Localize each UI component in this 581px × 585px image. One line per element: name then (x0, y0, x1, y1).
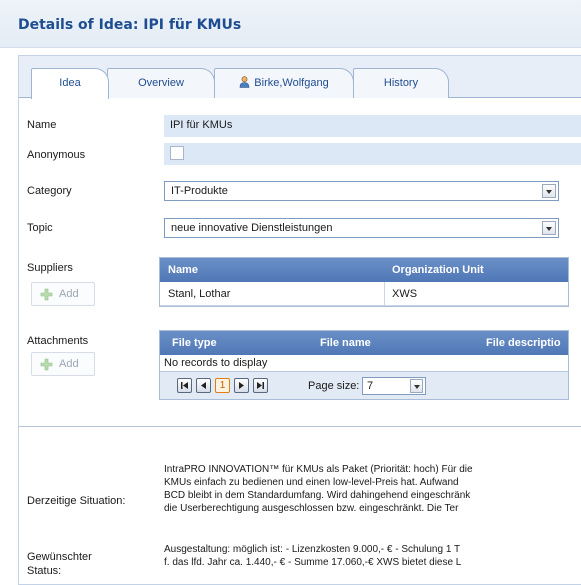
situation-text: IntraPRO INNOVATION™ für KMUs als Paket … (164, 463, 581, 515)
person-icon (239, 71, 250, 88)
tab-idea[interactable]: Idea (31, 68, 109, 99)
topic-select[interactable]: neue innovative Dienstleistungen (164, 218, 559, 238)
idea-details-panel: Idea Overview Birke,Wolfgang History Nam… (18, 55, 581, 585)
category-label: Category (27, 185, 72, 197)
situation-label: Derzeitige Situation: (27, 495, 126, 507)
page-number-button[interactable]: 1 (215, 378, 230, 393)
dropdown-arrow-icon[interactable] (542, 221, 556, 235)
column-header-file-description[interactable]: File descriptio (486, 337, 561, 349)
grid-header: Name Organization Unit (160, 258, 568, 282)
tab-history[interactable]: History (353, 68, 449, 98)
plus-icon (40, 287, 53, 301)
tab-overview[interactable]: Overview (107, 68, 215, 98)
text-line: KMUs einfach zu bedienen und einen low-l… (164, 477, 459, 488)
tab-label: Idea (59, 77, 81, 89)
page-header: Details of Idea: IPI für KMUs (0, 0, 581, 48)
suppliers-label: Suppliers (27, 262, 73, 274)
text-line: Ausgestaltung: möglich ist: - Lizenzkost… (164, 544, 461, 555)
first-page-icon[interactable] (177, 378, 192, 393)
name-field: IPI für KMUs (164, 115, 581, 137)
add-label: Add (59, 358, 79, 370)
grid-header: File type File name File descriptio (160, 331, 568, 355)
name-label: Name (27, 119, 57, 131)
name-value: IPI für KMUs (170, 119, 233, 131)
empty-message: No records to display (164, 357, 268, 369)
tab-person[interactable]: Birke,Wolfgang (214, 68, 354, 98)
desired-status-label: Gewünschter Status: (27, 550, 92, 578)
label-line: Gewünschter (27, 551, 92, 563)
anonymous-label: Anonymous (27, 149, 86, 161)
column-header-file-name[interactable]: File name (320, 337, 371, 349)
label-line: Status: (27, 565, 62, 577)
text-line: IntraPRO INNOVATION™ für KMUs als Paket … (164, 464, 473, 475)
tab-label: Overview (138, 77, 184, 89)
topic-label: Topic (27, 222, 53, 234)
column-header-name[interactable]: Name (168, 264, 198, 276)
desired-status-text: Ausgestaltung: möglich ist: - Lizenzkost… (164, 543, 581, 569)
dropdown-arrow-icon[interactable] (542, 184, 556, 198)
add-label: Add (59, 288, 79, 300)
topic-value: neue innovative Dienstleistungen (171, 222, 333, 234)
last-page-icon[interactable] (253, 378, 268, 393)
text-line: die Userberechtigung ausgeschlossen bzw.… (164, 503, 459, 514)
text-line: BCD bleibt in dem Standardumfang. Wird d… (164, 490, 471, 501)
plus-icon (40, 357, 53, 371)
tab-label: Birke,Wolfgang (254, 77, 329, 89)
attachments-grid: File type File name File descriptio No r… (159, 330, 569, 400)
category-value: IT-Produkte (171, 185, 228, 197)
tab-strip: Idea Overview Birke,Wolfgang History (19, 56, 581, 99)
page-title: Details of Idea: IPI für KMUs (18, 17, 242, 33)
next-page-icon[interactable] (234, 378, 249, 393)
add-supplier-button[interactable]: Add (31, 282, 95, 306)
tab-label: History (383, 77, 419, 89)
supplier-name-cell: Stanl, Lothar (168, 288, 231, 300)
page-size-value: 7 (367, 380, 374, 392)
page-size-label: Page size: (308, 380, 360, 392)
suppliers-grid: Name Organization Unit Stanl, Lothar XWS (159, 257, 569, 307)
anonymous-checkbox[interactable] (170, 146, 184, 160)
category-select[interactable]: IT-Produkte (164, 181, 559, 201)
anonymous-field (164, 143, 581, 165)
prev-page-icon[interactable] (196, 378, 211, 393)
empty-message-row: No records to display (160, 355, 568, 371)
column-header-org-unit[interactable]: Organization Unit (392, 264, 484, 276)
text-line: f. das lfd. Jahr ca. 1.440,- € - Summe 1… (164, 557, 462, 568)
page-size-select[interactable]: 7 (362, 377, 426, 395)
attachments-label: Attachments (27, 335, 89, 347)
dropdown-arrow-icon[interactable] (410, 379, 423, 393)
add-attachment-button[interactable]: Add (31, 352, 95, 376)
column-header-file-type[interactable]: File type (172, 337, 217, 349)
pager: 1 Page size: 7 (160, 371, 568, 399)
supplier-org-cell: XWS (392, 288, 418, 300)
section-divider (19, 426, 581, 427)
table-row[interactable]: Stanl, Lothar XWS (160, 282, 568, 306)
